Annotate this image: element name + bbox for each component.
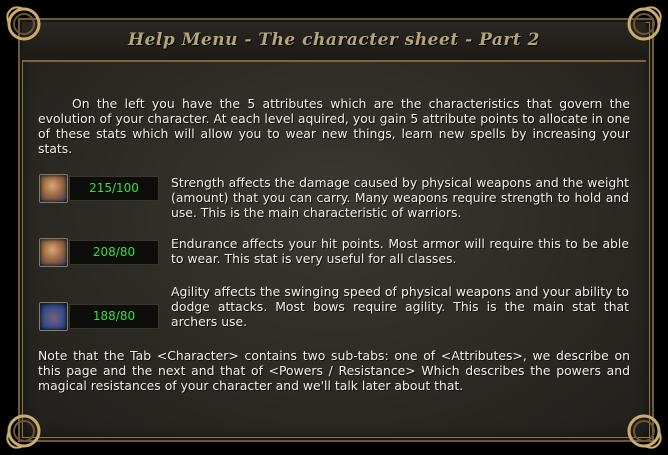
agility-value: 188/80 <box>69 304 159 329</box>
help-window: Help Menu - The character sheet - Part 2… <box>0 0 668 455</box>
agility-icon <box>39 302 68 331</box>
strength-description: Strength affects the damage caused by ph… <box>171 175 629 220</box>
agility-description: Agility affects the swinging speed of ph… <box>171 284 629 329</box>
strength-icon <box>39 174 68 203</box>
endurance-description: Endurance affects your hit points. Most … <box>171 236 629 266</box>
strength-value: 215/100 <box>69 176 159 201</box>
corner-ornament-bottom-left-icon <box>6 414 41 449</box>
endurance-value: 208/80 <box>69 240 159 265</box>
corner-ornament-bottom-right-icon <box>627 414 662 449</box>
intro-paragraph: On the left you have the 5 attributes wh… <box>38 96 630 156</box>
note-paragraph: Note that the Tab <Character> contains t… <box>38 348 630 393</box>
corner-ornament-top-left-icon <box>6 6 41 41</box>
window-title: Help Menu - The character sheet - Part 2 <box>128 30 540 50</box>
endurance-icon <box>39 238 68 267</box>
corner-ornament-top-right-icon <box>627 6 662 41</box>
